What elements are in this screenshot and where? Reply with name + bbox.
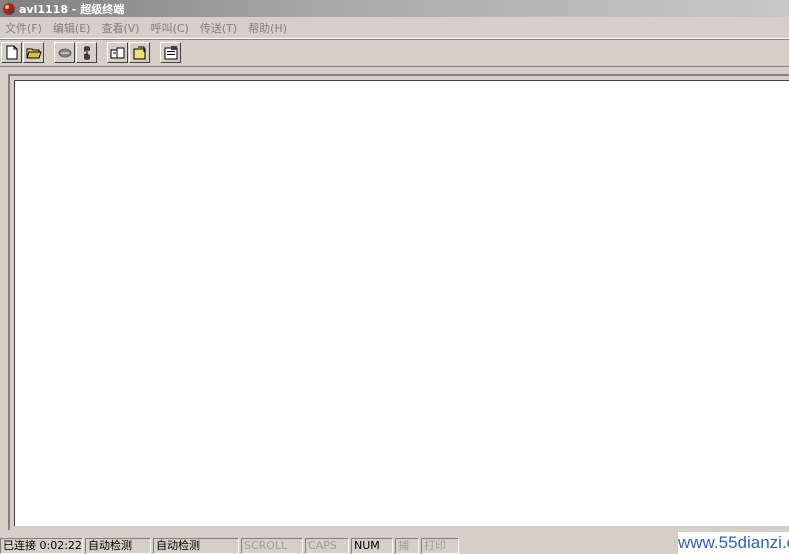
menu-call[interactable]: 呼叫(C)	[146, 20, 195, 36]
hyperterminal-app-icon[interactable]	[2, 2, 16, 16]
title-bar[interactable]: avl1118 - 超级终端	[0, 0, 789, 17]
receive-button[interactable]	[129, 42, 150, 63]
send-button[interactable]	[107, 42, 128, 63]
hyperterminal-window: avl1118 - 超级终端 文件(F) 编辑(E) 查看(V) 呼叫(C) 传…	[0, 0, 789, 554]
new-connection-button[interactable]	[1, 42, 22, 63]
connect-icon	[83, 45, 90, 60]
status-num: NUM	[351, 538, 393, 554]
status-capture: 捕	[395, 538, 419, 554]
toolbar	[0, 39, 789, 67]
status-scroll: SCROLL	[241, 538, 303, 554]
terminal-frame	[8, 74, 789, 530]
send-file-icon	[110, 47, 124, 58]
open-button[interactable]	[23, 42, 44, 63]
menu-bar: 文件(F) 编辑(E) 查看(V) 呼叫(C) 传送(T) 帮助(H)	[0, 17, 789, 39]
status-print: 打印	[421, 538, 459, 554]
receive-file-icon	[133, 46, 145, 59]
new-document-icon	[6, 45, 17, 60]
window-title: avl1118 - 超级终端	[19, 2, 125, 16]
menu-view[interactable]: 查看(V)	[96, 20, 145, 36]
status-connection: 已连接 0:02:22	[0, 538, 83, 554]
status-caps: CAPS	[305, 538, 349, 554]
menu-transfer[interactable]: 传送(T)	[195, 20, 243, 36]
properties-icon	[164, 46, 177, 60]
properties-button[interactable]	[160, 42, 181, 63]
menu-file[interactable]: 文件(F)	[0, 20, 48, 36]
watermark: www.55dianzi.com	[678, 532, 789, 554]
disconnect-button[interactable]	[54, 42, 75, 63]
open-folder-icon	[25, 48, 42, 58]
status-emulation: 自动检测	[85, 538, 151, 554]
status-port-settings: 自动检测	[153, 538, 239, 554]
status-bar: 已连接 0:02:22 自动检测 自动检测 SCROLL CAPS NUM 捕 …	[0, 538, 789, 554]
terminal-area[interactable]	[14, 80, 789, 526]
menu-edit[interactable]: 编辑(E)	[48, 20, 97, 36]
menu-help[interactable]: 帮助(H)	[243, 20, 293, 36]
disconnect-icon	[58, 48, 71, 57]
connect-button[interactable]	[76, 42, 97, 63]
